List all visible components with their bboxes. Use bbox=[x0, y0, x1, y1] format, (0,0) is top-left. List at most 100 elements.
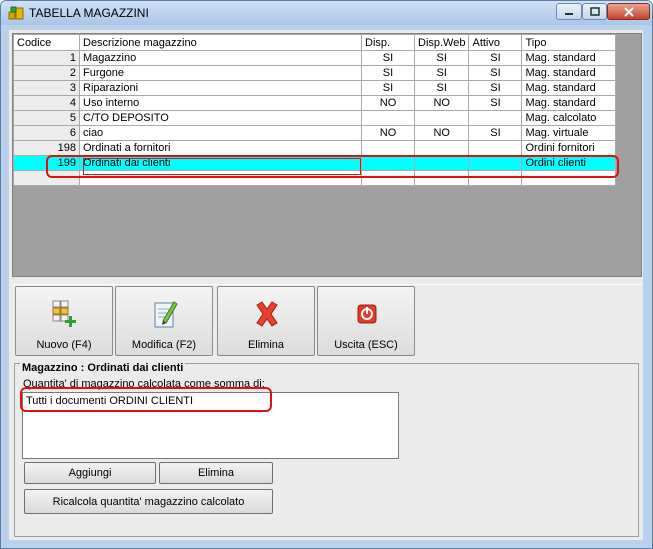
cell-attivo[interactable] bbox=[468, 110, 523, 126]
cell-attivo[interactable]: SI bbox=[468, 125, 523, 141]
cell-desc[interactable]: ciao bbox=[79, 125, 362, 141]
cell-code[interactable]: 3 bbox=[13, 80, 80, 96]
cell-tipo[interactable]: Mag. standard bbox=[521, 50, 617, 66]
cell-tipo[interactable]: Ordini fornitori bbox=[521, 140, 617, 156]
cell-web[interactable] bbox=[413, 155, 470, 171]
cell-disp[interactable] bbox=[361, 110, 415, 126]
recalc-button[interactable]: Ricalcola quantita' magazzino calcolato bbox=[24, 489, 273, 514]
window-title: TABELLA MAGAZZINI bbox=[29, 6, 149, 20]
cell-web[interactable]: SI bbox=[413, 65, 470, 81]
table-row[interactable]: 198 Ordinati a fornitori Ordini fornitori bbox=[13, 140, 617, 156]
cell-disp[interactable]: SI bbox=[361, 65, 415, 81]
cell-web[interactable]: SI bbox=[413, 80, 470, 96]
empty-cell[interactable] bbox=[13, 170, 80, 186]
cell-disp[interactable]: NO bbox=[361, 125, 415, 141]
cell-attivo[interactable] bbox=[468, 140, 523, 156]
table-row[interactable]: 3 Riparazioni SI SI SI Mag. standard bbox=[13, 80, 617, 96]
cell-web[interactable] bbox=[413, 110, 470, 126]
cell-code[interactable]: 6 bbox=[13, 125, 80, 141]
close-button[interactable] bbox=[607, 3, 650, 20]
warehouse-detail-group: Magazzino : Ordinati dai clienti Quantit… bbox=[14, 362, 639, 537]
cell-web[interactable]: NO bbox=[413, 95, 470, 111]
cell-desc[interactable]: Riparazioni bbox=[79, 80, 362, 96]
cell-attivo[interactable]: SI bbox=[468, 65, 523, 81]
cell-desc[interactable]: Furgone bbox=[79, 65, 362, 81]
title-bar[interactable]: TABELLA MAGAZZINI bbox=[1, 1, 652, 25]
cell-web[interactable]: NO bbox=[413, 125, 470, 141]
memo-text: Tutti i documenti ORDINI CLIENTI bbox=[26, 395, 194, 407]
cell-web[interactable] bbox=[413, 140, 470, 156]
cell-code[interactable]: 5 bbox=[13, 110, 80, 126]
sum-label: Quantita' di magazzino calcolata come so… bbox=[23, 378, 265, 390]
table-row[interactable]: 5 C/TO DEPOSITO Mag. calcolato bbox=[13, 110, 617, 126]
app-icon bbox=[8, 6, 24, 20]
toolbar: Nuovo (F4) Modifica (F2) Elimina Uscita … bbox=[12, 284, 642, 359]
cell-code[interactable]: 199 bbox=[13, 155, 80, 171]
table-row[interactable]: 2 Furgone SI SI SI Mag. standard bbox=[13, 65, 617, 81]
edit-button[interactable]: Modifica (F2) bbox=[115, 286, 213, 356]
col-disp-web[interactable]: Disp.Web bbox=[413, 34, 470, 51]
cell-attivo[interactable]: SI bbox=[468, 80, 523, 96]
cell-tipo[interactable]: Mag. standard bbox=[521, 65, 617, 81]
cell-attivo[interactable]: SI bbox=[468, 95, 523, 111]
cell-tipo[interactable]: Mag. standard bbox=[521, 95, 617, 111]
cell-disp[interactable]: NO bbox=[361, 95, 415, 111]
exit-button[interactable]: Uscita (ESC) bbox=[317, 286, 415, 356]
cell-desc[interactable]: Magazzino bbox=[79, 50, 362, 66]
cell-desc[interactable]: Ordinati dai clienti bbox=[79, 155, 362, 171]
col-tipo[interactable]: Tipo bbox=[521, 34, 617, 51]
cell-code[interactable]: 1 bbox=[13, 50, 80, 66]
documents-memo[interactable]: Tutti i documenti ORDINI CLIENTI bbox=[22, 392, 399, 459]
cell-web[interactable]: SI bbox=[413, 50, 470, 66]
client-area: Codice Descrizione magazzino Disp. Disp.… bbox=[9, 30, 643, 540]
empty-cell[interactable] bbox=[413, 170, 470, 186]
minimize-icon bbox=[565, 12, 573, 15]
empty-cell[interactable] bbox=[521, 170, 617, 186]
remove-button[interactable]: Elimina bbox=[159, 462, 273, 484]
app-window: TABELLA MAGAZZINI Codice Descrizione mag… bbox=[0, 0, 653, 549]
cell-desc[interactable]: C/TO DEPOSITO bbox=[79, 110, 362, 126]
col-codice[interactable]: Codice bbox=[13, 34, 80, 51]
cell-tipo[interactable]: Ordini clienti bbox=[521, 155, 617, 171]
col-attivo[interactable]: Attivo bbox=[468, 34, 523, 51]
table-row[interactable]: 4 Uso interno NO NO SI Mag. standard bbox=[13, 95, 617, 111]
add-button[interactable]: Aggiungi bbox=[24, 462, 156, 484]
cell-desc[interactable]: Uso interno bbox=[79, 95, 362, 111]
close-icon bbox=[623, 6, 634, 17]
col-descrizione[interactable]: Descrizione magazzino bbox=[79, 34, 362, 51]
cell-disp[interactable]: SI bbox=[361, 50, 415, 66]
table-row[interactable]: 199 Ordinati dai clienti Ordini clienti bbox=[13, 155, 617, 171]
cell-tipo[interactable]: Mag. calcolato bbox=[521, 110, 617, 126]
table-header: Codice Descrizione magazzino Disp. Disp.… bbox=[13, 34, 617, 51]
power-icon bbox=[357, 304, 377, 324]
cell-code[interactable]: 2 bbox=[13, 65, 80, 81]
cell-attivo[interactable] bbox=[468, 155, 523, 171]
cell-code[interactable]: 4 bbox=[13, 95, 80, 111]
col-disp[interactable]: Disp. bbox=[361, 34, 415, 51]
table-row[interactable]: 1 Magazzino SI SI SI Mag. standard bbox=[13, 50, 617, 66]
new-button[interactable]: Nuovo (F4) bbox=[15, 286, 113, 356]
cell-disp[interactable] bbox=[361, 155, 415, 171]
minimize-button[interactable] bbox=[556, 3, 582, 20]
cell-attivo[interactable]: SI bbox=[468, 50, 523, 66]
table-row-empty[interactable] bbox=[13, 170, 617, 186]
exit-button-label: Uscita (ESC) bbox=[334, 339, 398, 351]
edit-document-icon bbox=[154, 301, 178, 328]
delete-button[interactable]: Elimina bbox=[217, 286, 315, 356]
cell-tipo[interactable]: Mag. virtuale bbox=[521, 125, 617, 141]
new-button-label: Nuovo (F4) bbox=[36, 339, 92, 351]
empty-cell[interactable] bbox=[79, 170, 362, 186]
add-record-icon bbox=[52, 300, 76, 327]
cell-tipo[interactable]: Mag. standard bbox=[521, 80, 617, 96]
cell-disp[interactable] bbox=[361, 140, 415, 156]
cell-code[interactable]: 198 bbox=[13, 140, 80, 156]
empty-cell[interactable] bbox=[468, 170, 523, 186]
cell-disp[interactable]: SI bbox=[361, 80, 415, 96]
warehouse-grid[interactable]: Codice Descrizione magazzino Disp. Disp.… bbox=[12, 33, 642, 277]
empty-cell[interactable] bbox=[361, 170, 415, 186]
cell-desc[interactable]: Ordinati a fornitori bbox=[79, 140, 362, 156]
maximize-icon bbox=[589, 7, 600, 16]
maximize-button[interactable] bbox=[582, 3, 607, 20]
group-title: Magazzino : Ordinati dai clienti bbox=[20, 362, 186, 374]
table-row[interactable]: 6 ciao NO NO SI Mag. virtuale bbox=[13, 125, 617, 141]
